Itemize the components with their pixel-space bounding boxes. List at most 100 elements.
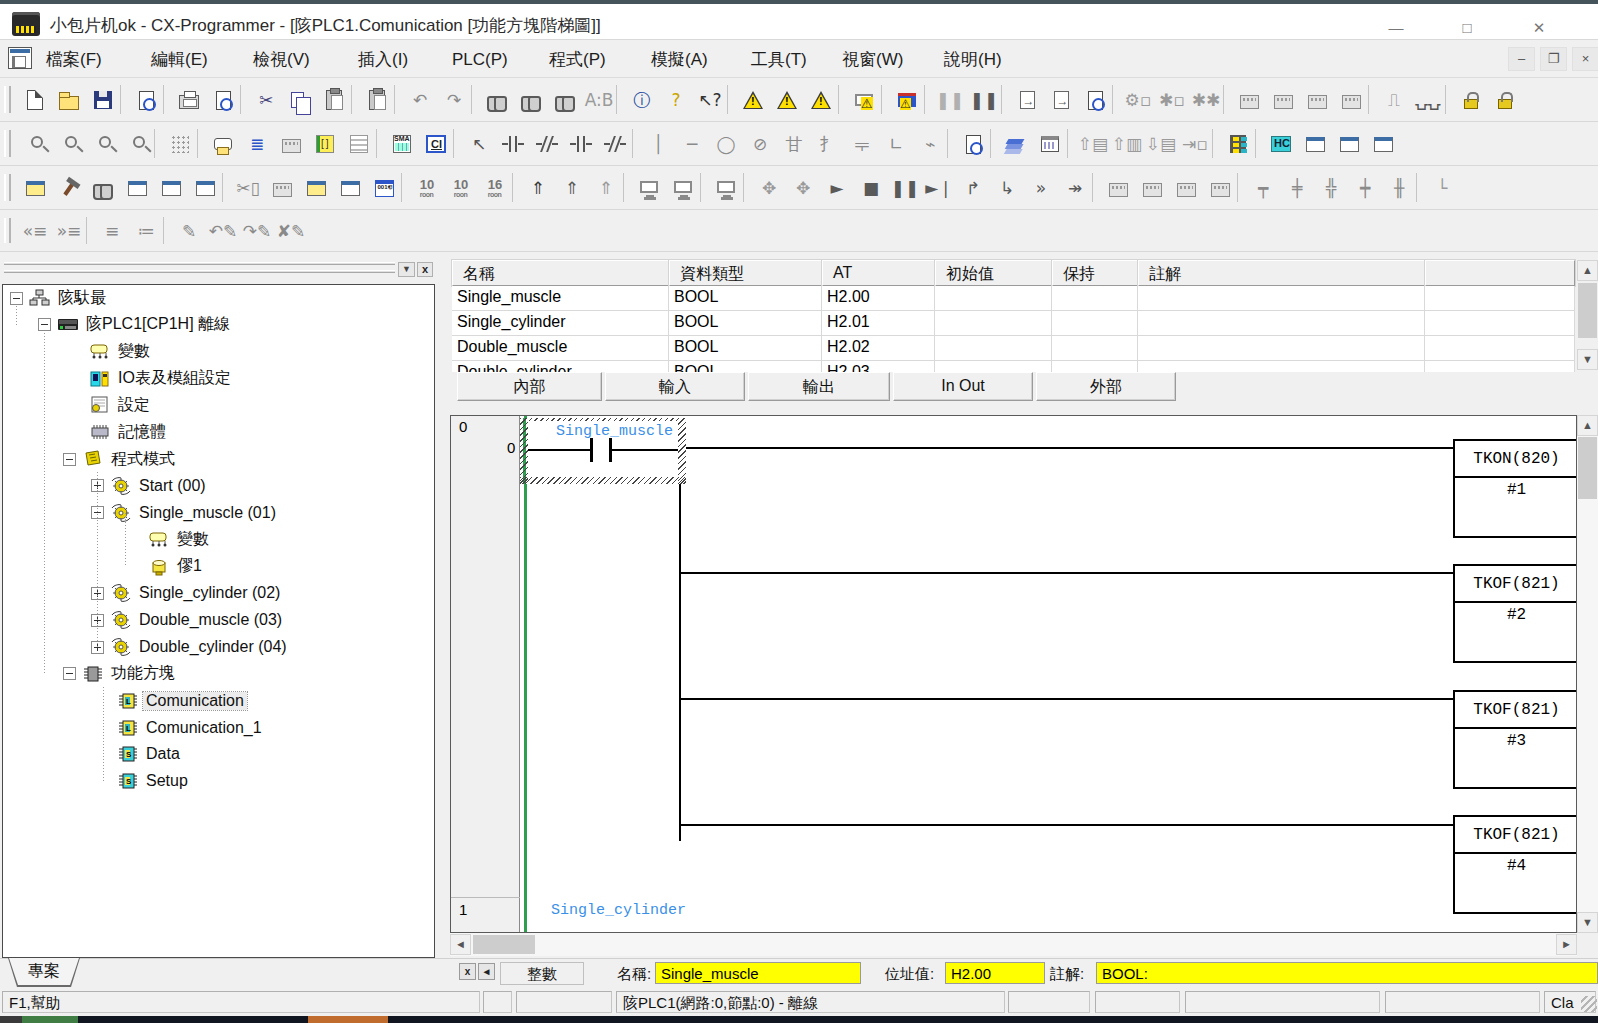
tree-item--[interactable]: 設定 [3,394,153,416]
table-cell[interactable] [935,336,1052,361]
return-icon[interactable]: └ [1425,171,1459,205]
program-check-icon[interactable] [956,127,990,161]
table-cell[interactable]: BOOL [669,361,822,372]
paste-special-icon[interactable] [360,83,394,117]
dec10a-icon[interactable]: 10roon [410,171,444,205]
fb-out-icon[interactable]: 扌 [811,127,845,161]
step-in-icon[interactable]: ↱ [956,171,990,205]
hand1-icon[interactable]: ✥ [752,171,786,205]
pen-redo-icon[interactable]: ↷✎ [240,214,274,248]
tree-item-data[interactable]: SData [3,743,183,765]
redo-icon[interactable]: ↷ [437,83,471,117]
instruction-icon[interactable]: ᆕ [845,127,879,161]
ladder-scroll-down[interactable]: ▼ [1577,912,1598,933]
contact-nc-icon[interactable] [530,127,564,161]
comment-field[interactable]: BOOL: [1096,962,1598,984]
mnemonic-icon[interactable] [342,127,376,161]
kb4-icon[interactable] [1203,171,1237,205]
cut-icon[interactable]: ✂ [249,83,283,117]
project-tab[interactable]: 專案 [8,958,80,987]
table-cell[interactable] [935,361,1052,372]
diff5-icon[interactable]: ╫ [1382,171,1416,205]
diff4-icon[interactable]: ┿ [1348,171,1382,205]
edit4-icon[interactable]: ⇥▫ [1178,127,1212,161]
var-tab-2[interactable]: 輸入 [605,372,745,401]
table-cell[interactable] [935,286,1052,311]
vertical-icon[interactable]: │ [641,127,675,161]
dialog2-icon[interactable] [1332,127,1366,161]
tree-dropdown-button[interactable]: ▼ [398,262,415,277]
table-cell[interactable]: H2.03 [822,361,935,372]
zoom-out-icon[interactable] [86,127,120,161]
find-icon[interactable] [480,83,514,117]
menu-4[interactable]: 插入(I) [358,46,425,72]
pc2-icon[interactable] [666,171,700,205]
list-icon[interactable]: ≡ [95,214,129,248]
lock-icon[interactable] [1454,83,1488,117]
kb2-icon[interactable] [1135,171,1169,205]
io-mem4-icon[interactable] [1334,83,1368,117]
dec10b-icon[interactable]: 10roon [444,171,478,205]
table-header-5[interactable]: 保持 [1052,260,1138,286]
ladder-view-icon[interactable] [308,127,342,161]
table-cell[interactable] [1052,311,1138,336]
block-list-icon[interactable] [1221,127,1255,161]
select-icon[interactable]: ↖ [462,127,496,161]
pause2-icon[interactable]: ❚❚ [888,171,922,205]
contact-or-no-icon[interactable] [564,127,598,161]
dialog3-icon[interactable] [1366,127,1400,161]
dialog1-icon[interactable] [1298,127,1332,161]
replace-icon[interactable] [514,83,548,117]
name-field[interactable]: Single_muscle [655,962,861,984]
menu-8[interactable]: 工具(T) [751,46,824,72]
table-header-1[interactable]: 名稱 [452,260,669,286]
network-warn-icon[interactable] [847,83,881,117]
ladder-vscroll-thumb[interactable] [1578,437,1597,499]
diff3-icon[interactable]: ╬ [1314,171,1348,205]
mdi-close-button[interactable]: × [1572,47,1598,71]
table-scroll-up[interactable]: ▲ [1577,260,1598,281]
change-all-icon[interactable]: A:B [582,83,616,117]
var-tab-4[interactable]: In Out [893,372,1033,401]
table-cell[interactable] [1138,336,1425,361]
work-online-icon[interactable] [890,83,924,117]
table-header-7[interactable] [1425,260,1575,286]
table-cell[interactable]: Single_cylinder [452,311,669,336]
tree-item-comunication[interactable]: LComunication [3,690,247,712]
mdi-minimize-button[interactable]: – [1508,47,1535,71]
var-tab-3[interactable]: 輸出 [748,372,890,401]
minimize-button[interactable]: — [1381,18,1411,40]
tree-item-io-[interactable]: IO表及模組設定 [3,368,234,390]
tree-item-single-cylinder-02-[interactable]: Single_cylinder (02) [3,582,283,604]
memory-view-icon[interactable] [1033,127,1067,161]
menu-6[interactable]: 程式(P) [549,46,623,72]
zoom-in-icon[interactable] [120,127,154,161]
find-warn-icon[interactable] [804,83,838,117]
rung-list-icon[interactable]: ≣ [240,127,274,161]
ladder-scroll-right[interactable]: ► [1556,934,1577,955]
hc-monitor-icon[interactable] [1264,127,1298,161]
editbar-close-button[interactable]: x [459,963,476,980]
about-icon[interactable]: ⓘ [625,83,659,117]
selection-box[interactable]: Single_muscle [520,418,686,484]
indent-left-icon[interactable]: «≡ [18,214,52,248]
table-header-6[interactable]: 註解 [1138,260,1425,286]
undo-icon[interactable]: ↶ [403,83,437,117]
compile-all-icon[interactable] [999,127,1033,161]
kb3-icon[interactable] [1169,171,1203,205]
trace-icon[interactable]: ⍽⍽ [1411,83,1445,117]
monitor3-icon[interactable]: ✱✱ [1189,83,1223,117]
menu-5[interactable]: PLC(P) [452,46,525,72]
paste-icon[interactable] [317,83,351,117]
hand2-icon[interactable]: ✥ [786,171,820,205]
help-icon[interactable]: ? [659,83,693,117]
contact-no-icon[interactable] [496,127,530,161]
collapse-icon[interactable] [63,453,76,466]
ladder-scroll-left[interactable]: ◄ [450,934,471,955]
edit3-icon[interactable]: ⇩▤ [1144,127,1178,161]
fb-in-icon[interactable]: 甘 [777,127,811,161]
table-header-4[interactable]: 初始值 [935,260,1052,286]
up3-icon[interactable]: ⇑ [589,171,623,205]
table-cell[interactable] [1138,286,1425,311]
diff1-icon[interactable]: ┯ [1246,171,1280,205]
